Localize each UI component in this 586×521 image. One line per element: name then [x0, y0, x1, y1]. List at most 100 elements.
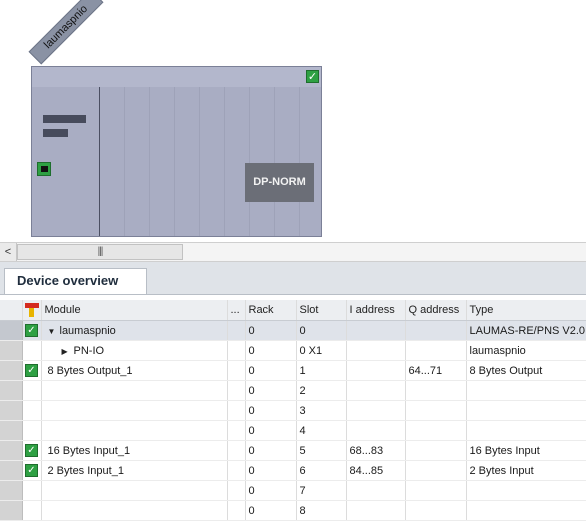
i-address-cell[interactable]	[346, 360, 406, 381]
type-cell	[466, 420, 586, 441]
device-rack[interactable]: ✓ DP-NORM	[31, 66, 322, 237]
slot-cell: 3	[296, 400, 347, 421]
slot-cell: 8	[296, 500, 347, 521]
diagnostics-icon	[24, 303, 39, 317]
device-name-tag[interactable]: laumaspnio	[28, 0, 104, 65]
status-cell	[22, 480, 42, 501]
type-cell: 16 Bytes Input	[466, 440, 586, 461]
module-cell[interactable]	[41, 400, 228, 421]
i-address-cell[interactable]	[346, 380, 406, 401]
i-address-cell[interactable]	[346, 320, 406, 341]
diagnostics-header[interactable]	[22, 300, 42, 321]
i-address-cell[interactable]: 84...85	[346, 460, 406, 481]
more-cell	[227, 380, 246, 401]
module-cell[interactable]: 2 Bytes Input_1	[41, 460, 228, 481]
ethernet-port-icon[interactable]	[37, 162, 51, 176]
i-address-cell[interactable]	[346, 340, 406, 361]
module-cell[interactable]: 8 Bytes Output_1	[41, 360, 228, 381]
row-gutter[interactable]	[0, 340, 23, 361]
more-cell	[227, 420, 246, 441]
module-cell[interactable]: ▼ laumaspnio	[41, 320, 228, 341]
q-address-cell[interactable]	[405, 440, 467, 461]
row-gutter[interactable]	[0, 480, 23, 501]
i-address-cell[interactable]: 68...83	[346, 440, 406, 461]
module-cell[interactable]	[41, 480, 228, 501]
rack-cell: 0	[245, 320, 297, 341]
table-row[interactable]: 08	[0, 500, 586, 521]
table-row[interactable]: 04	[0, 420, 586, 441]
row-gutter[interactable]	[0, 320, 23, 341]
q-address-cell[interactable]	[405, 460, 467, 481]
table-header-row: Module ... Rack Slot I address Q address…	[0, 300, 586, 321]
module-name: 8 Bytes Output_1	[47, 364, 133, 377]
type-cell	[466, 480, 586, 501]
col-slot[interactable]: Slot	[296, 300, 347, 321]
slot-cell: 5	[296, 440, 347, 461]
dp-norm-module[interactable]: DP-NORM	[245, 163, 314, 202]
q-address-cell[interactable]	[405, 320, 467, 341]
module-cell[interactable]	[41, 500, 228, 521]
slot-cell: 6	[296, 460, 347, 481]
tab-device-overview[interactable]: Device overview	[4, 268, 147, 294]
scroll-thumb[interactable]: |||	[17, 244, 183, 260]
expand-arrow-icon[interactable]: ▶	[62, 347, 74, 356]
row-gutter-header	[0, 300, 23, 321]
status-cell: ✓	[22, 440, 42, 461]
more-cell	[227, 500, 246, 521]
col-type[interactable]: Type	[466, 300, 586, 321]
q-address-cell[interactable]	[405, 340, 467, 361]
table-row[interactable]: ▶ PN-IO 0 0 X1 laumaspnio	[0, 340, 586, 361]
i-address-cell[interactable]	[346, 400, 406, 421]
table-row[interactable]: 03	[0, 400, 586, 421]
status-cell	[22, 380, 42, 401]
status-cell	[22, 340, 42, 361]
q-address-cell[interactable]	[405, 500, 467, 521]
interface-module-area[interactable]	[32, 87, 100, 236]
table-row[interactable]: ✓ ▼ laumaspnio 0 0 LAUMAS-RE/PNS V2.0	[0, 320, 586, 341]
col-more[interactable]: ...	[227, 300, 246, 321]
tab-strip: Device overview	[0, 262, 586, 295]
module-cell[interactable]	[41, 420, 228, 441]
col-module[interactable]: Module	[41, 300, 228, 321]
module-cell[interactable]	[41, 380, 228, 401]
row-gutter[interactable]	[0, 500, 23, 521]
more-cell	[227, 360, 246, 381]
rack-cell: 0	[245, 380, 297, 401]
q-address-cell[interactable]	[405, 480, 467, 501]
rack-cell: 0	[245, 340, 297, 361]
q-address-cell[interactable]	[405, 420, 467, 441]
row-gutter[interactable]	[0, 420, 23, 441]
module-cell[interactable]: 16 Bytes Input_1	[41, 440, 228, 461]
checkmark-icon: ✓	[25, 364, 38, 377]
status-cell: ✓	[22, 360, 42, 381]
table-row[interactable]: 02	[0, 380, 586, 401]
row-gutter[interactable]	[0, 460, 23, 481]
row-gutter[interactable]	[0, 400, 23, 421]
rack-cell: 0	[245, 400, 297, 421]
table-row[interactable]: ✓ 16 Bytes Input_1 0 5 68...83 16 Bytes Input	[0, 440, 586, 461]
module-name: 16 Bytes Input_1	[47, 444, 131, 457]
i-address-cell[interactable]	[346, 500, 406, 521]
col-rack[interactable]: Rack	[245, 300, 297, 321]
rack-cell: 0	[245, 460, 297, 481]
q-address-cell[interactable]	[405, 400, 467, 421]
table-row[interactable]: ✓ 2 Bytes Input_1 0 6 84...85 2 Bytes Input	[0, 460, 586, 481]
horizontal-scrollbar[interactable]: < |||	[0, 242, 586, 262]
col-i-address[interactable]: I address	[346, 300, 406, 321]
table-row[interactable]: 07	[0, 480, 586, 501]
more-cell	[227, 400, 246, 421]
row-gutter[interactable]	[0, 440, 23, 461]
q-address-cell[interactable]	[405, 380, 467, 401]
rack-slots[interactable]: DP-NORM	[100, 87, 321, 236]
module-cell[interactable]: ▶ PN-IO	[41, 340, 228, 361]
i-address-cell[interactable]	[346, 480, 406, 501]
type-cell: laumaspnio	[466, 340, 586, 361]
col-q-address[interactable]: Q address	[405, 300, 467, 321]
row-gutter[interactable]	[0, 360, 23, 381]
row-gutter[interactable]	[0, 380, 23, 401]
collapse-arrow-icon[interactable]: ▼	[48, 327, 60, 336]
table-row[interactable]: ✓ 8 Bytes Output_1 0 1 64...71 8 Bytes Output	[0, 360, 586, 381]
q-address-cell[interactable]: 64...71	[405, 360, 467, 381]
scroll-left-arrow-icon[interactable]: <	[0, 243, 17, 261]
i-address-cell[interactable]	[346, 420, 406, 441]
